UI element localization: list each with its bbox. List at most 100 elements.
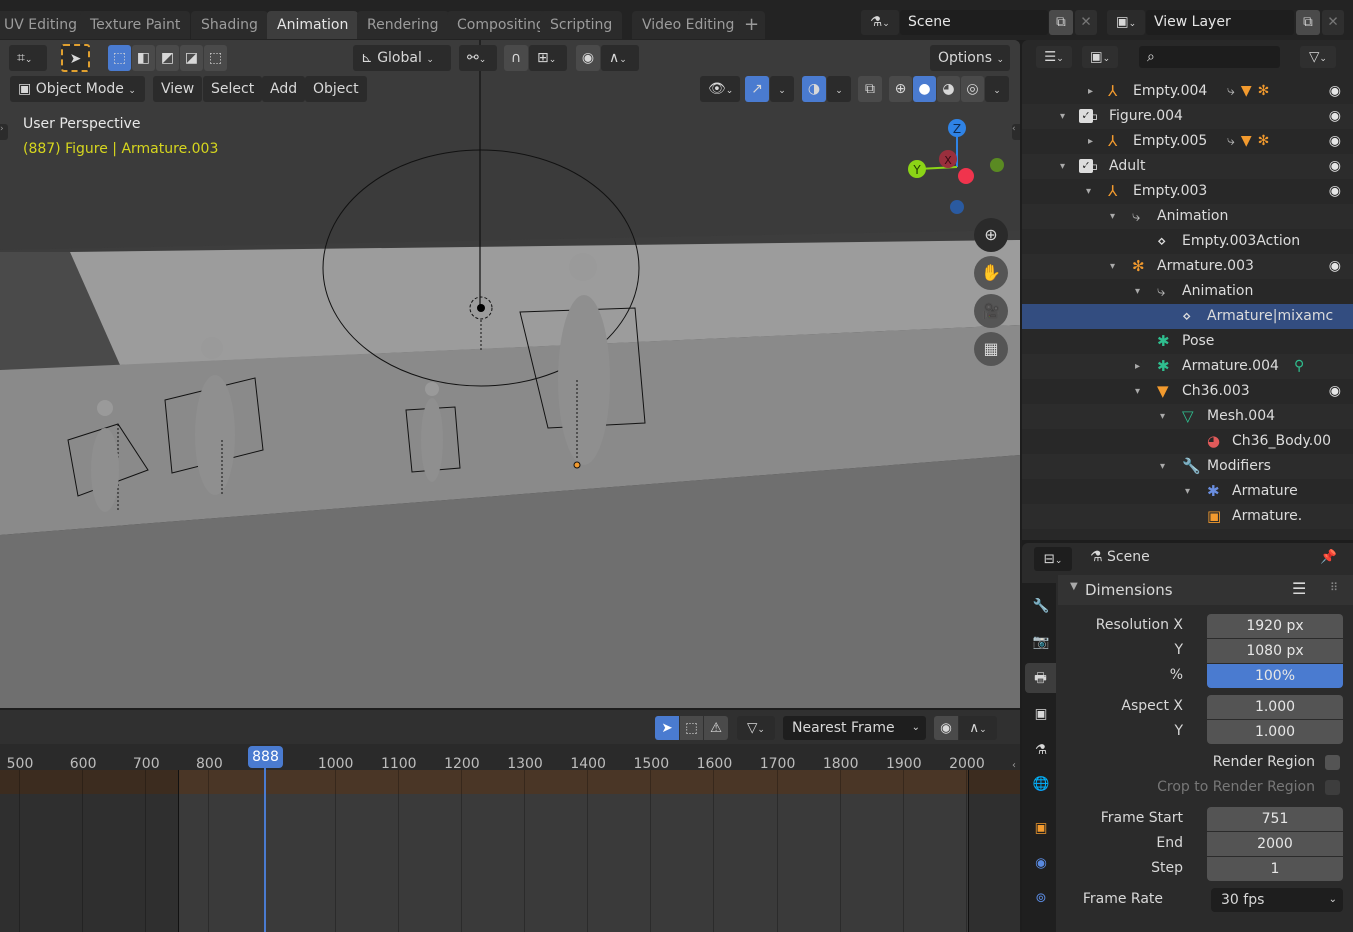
outliner-search-input[interactable]: ⌕: [1139, 46, 1280, 68]
toolbar-expand-handle[interactable]: ›: [0, 124, 8, 140]
outliner-row[interactable]: ⋄ Empty.003Action: [1022, 229, 1353, 254]
aspect-y-field[interactable]: 1.000: [1207, 720, 1343, 744]
eye-icon[interactable]: ◉: [1329, 254, 1341, 279]
current-frame-indicator[interactable]: 888: [248, 746, 283, 768]
resolution-y-field[interactable]: 1080 px: [1207, 639, 1343, 663]
shading-material[interactable]: ◕: [937, 76, 960, 102]
tab-texture-paint[interactable]: Texture Paint: [80, 11, 191, 39]
child-data-icons[interactable]: ⤷▼✻: [1227, 79, 1275, 104]
outliner-row[interactable]: ⋄ Armature|mixamc: [1022, 304, 1353, 329]
resolution-x-field[interactable]: 1920 px: [1207, 614, 1343, 638]
outliner-row[interactable]: ✱ Pose: [1022, 329, 1353, 354]
resolution-percent-slider[interactable]: 100%: [1207, 664, 1343, 688]
tab-uv-editing[interactable]: UV Editing: [0, 11, 88, 39]
sidebar-expand-handle[interactable]: ‹: [1012, 124, 1020, 140]
collapse-triangle-icon[interactable]: ▾: [1110, 204, 1115, 229]
menu-add[interactable]: Add: [262, 76, 306, 102]
outliner-row[interactable]: ▾ ⤷ Animation: [1022, 279, 1353, 304]
frame-end-field[interactable]: 2000: [1207, 832, 1343, 856]
tab-physics[interactable]: ◉: [1027, 848, 1055, 878]
outliner-row[interactable]: ◕ Ch36_Body.00: [1022, 429, 1353, 454]
outliner-row[interactable]: ▾ ⅄ Empty.003 ◉: [1022, 179, 1353, 204]
aspect-x-field[interactable]: 1.000: [1207, 695, 1343, 719]
outliner-row[interactable]: ▣ Armature.: [1022, 504, 1353, 529]
tab-compositing[interactable]: Compositing: [447, 11, 555, 39]
sidebar-expand-handle[interactable]: ‹: [1012, 760, 1020, 776]
mode-dropdown[interactable]: ▣ Object Mode ⌄: [10, 76, 145, 102]
expand-triangle-icon[interactable]: ▸: [1088, 129, 1093, 154]
gizmo-toggle[interactable]: ↗: [745, 76, 769, 102]
outliner-row[interactable]: ▾ ⤷ Animation: [1022, 204, 1353, 229]
outliner-row[interactable]: ▾ ✓ ▭ Figure.004 ◉: [1022, 104, 1353, 129]
filter-dropdown[interactable]: ▽⌄: [1300, 46, 1336, 68]
collapse-triangle-icon[interactable]: ▾: [1160, 454, 1165, 479]
overlays-dropdown[interactable]: ⌄: [827, 76, 851, 102]
snap-target-dropdown[interactable]: ⊞⌄: [529, 45, 567, 71]
pan-button[interactable]: ✋: [974, 256, 1008, 290]
pivot-point-dropdown[interactable]: ⚯⌄: [459, 45, 497, 71]
camera-view-button[interactable]: 🎥: [974, 294, 1008, 328]
options-dropdown[interactable]: Options ⌄: [930, 45, 1010, 71]
3d-viewport[interactable]: ⌗⌄ ➤ ⬚ ◧ ◩ ◪ ⬚ ⊾ Global ⌄ ⚯⌄ ∩ ⊞⌄ ◉ ∧⌄ O…: [0, 40, 1020, 708]
collapse-triangle-icon[interactable]: ▾: [1135, 379, 1140, 404]
tab-video-editing[interactable]: Video Editing: [632, 11, 745, 39]
outliner-row[interactable]: ▾ ✓ ▭ Adult ◉: [1022, 154, 1353, 179]
outliner-row[interactable]: ▾ ▽ Mesh.004: [1022, 404, 1353, 429]
scene-name-field[interactable]: Scene: [900, 10, 1048, 35]
outliner-row[interactable]: ▸ ✱ Armature.004 ⚲: [1022, 354, 1353, 379]
tab-output[interactable]: 🖶: [1025, 663, 1056, 693]
presets-icon[interactable]: ☰: [1292, 579, 1306, 598]
dimensions-panel-header[interactable]: ▼ Dimensions ☰ ⠿: [1058, 575, 1353, 605]
collapse-triangle-icon[interactable]: ▾: [1110, 254, 1115, 279]
transform-orientation-dropdown[interactable]: ⊾ Global ⌄: [353, 45, 451, 71]
editor-type-button[interactable]: ⌗⌄: [9, 45, 47, 71]
select-subtract-button[interactable]: ◩: [156, 45, 179, 71]
shading-wireframe[interactable]: ⊕: [889, 76, 912, 102]
tab-world[interactable]: 🌐: [1027, 769, 1055, 799]
snap-toggle[interactable]: ∩: [504, 45, 528, 71]
timeline-editor[interactable]: ➤ ⬚ ⚠ ▽⌄ Nearest Frame ⌄ ◉ ∧⌄ 500 600 700 80…: [0, 710, 1020, 932]
tab-rendering[interactable]: Rendering: [357, 11, 449, 39]
frame-start-field[interactable]: 751: [1207, 807, 1343, 831]
scene-copy-button[interactable]: ⧉: [1049, 10, 1073, 35]
tab-constraints[interactable]: ⊚: [1027, 883, 1055, 913]
falloff-dropdown[interactable]: ∧⌄: [601, 45, 639, 71]
add-workspace-button[interactable]: +: [738, 11, 766, 39]
select-invert-button[interactable]: ◪: [180, 45, 203, 71]
tab-scene[interactable]: ⚗: [1027, 735, 1055, 765]
outliner-row[interactable]: ▾ 🔧 Modifiers: [1022, 454, 1353, 479]
frame-rate-dropdown[interactable]: 30 fps ⌄: [1211, 888, 1343, 912]
gizmo-dropdown[interactable]: ⌄: [770, 76, 794, 102]
shading-solid[interactable]: ●: [913, 76, 936, 102]
perspective-toggle-button[interactable]: ▦: [974, 332, 1008, 366]
menu-object[interactable]: Object: [305, 76, 367, 102]
eye-icon[interactable]: ◉: [1329, 104, 1341, 129]
proportional-edit-toggle[interactable]: ◉: [576, 45, 600, 71]
menu-view[interactable]: View: [153, 76, 203, 102]
eye-icon[interactable]: ◉: [1329, 179, 1341, 204]
shading-dropdown[interactable]: ⌄: [985, 76, 1009, 102]
outliner-row[interactable]: ▸ ⅄ Empty.004 ⤷▼✻ ◉: [1022, 79, 1353, 104]
shading-rendered[interactable]: ◎: [961, 76, 984, 102]
tab-view-layer[interactable]: ▣: [1027, 699, 1055, 729]
menu-select[interactable]: Select: [203, 76, 263, 102]
view-layer-filter-dropdown[interactable]: ▣⌄: [1082, 46, 1118, 68]
view-layer-name-field[interactable]: View Layer: [1146, 10, 1294, 35]
view-layer-close-button[interactable]: ✕: [1322, 10, 1344, 35]
eye-icon[interactable]: ◉: [1329, 129, 1341, 154]
bone-icon[interactable]: ⚲: [1294, 354, 1304, 379]
expand-triangle-icon[interactable]: ▸: [1135, 354, 1140, 379]
zoom-button[interactable]: ⊕: [974, 218, 1008, 252]
select-tool-button[interactable]: ➤: [61, 44, 90, 72]
crop-render-region-checkbox[interactable]: [1325, 780, 1340, 795]
tab-render[interactable]: 📷: [1027, 627, 1055, 657]
xray-toggle[interactable]: ⧉: [858, 76, 882, 102]
collapse-triangle-icon[interactable]: ▾: [1160, 404, 1165, 429]
tab-tool[interactable]: 🔧: [1027, 591, 1055, 621]
collapse-triangle-icon[interactable]: ▾: [1135, 279, 1140, 304]
tab-scripting[interactable]: Scripting: [540, 11, 623, 39]
collapse-triangle-icon[interactable]: ▾: [1086, 179, 1091, 204]
overlays-toggle[interactable]: ◑: [802, 76, 826, 102]
select-new-button[interactable]: ⬚: [108, 45, 131, 71]
display-mode-dropdown[interactable]: ☰⌄: [1036, 46, 1072, 68]
